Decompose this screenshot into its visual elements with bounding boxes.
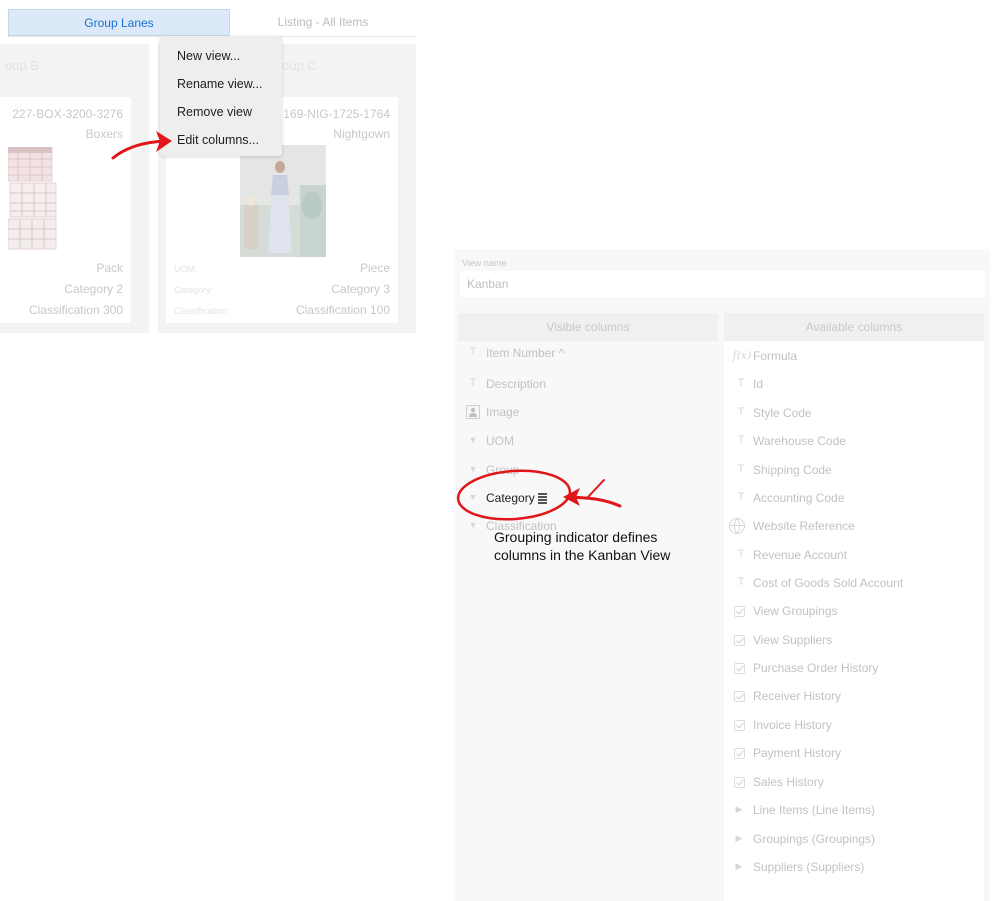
annotation-overlay xyxy=(111,131,622,521)
annotation-text: Grouping indicator defines columns in th… xyxy=(494,528,670,564)
annotation-line-1: Grouping indicator defines xyxy=(494,529,658,545)
callout-circle-category xyxy=(456,469,572,521)
annotation-line-2: columns in the Kanban View xyxy=(494,547,671,563)
